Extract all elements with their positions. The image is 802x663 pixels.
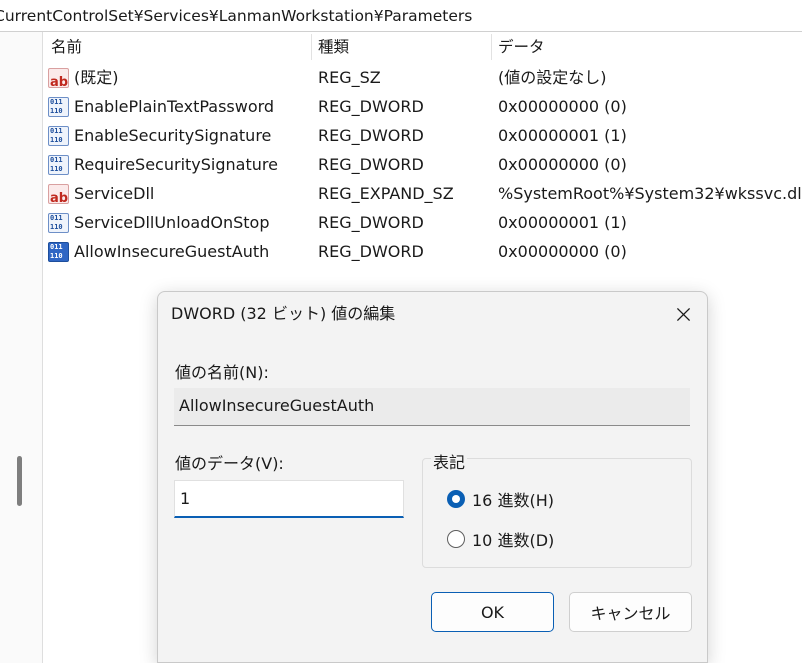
radio-selected-icon[interactable] xyxy=(447,490,465,508)
value-name: ServiceDllUnloadOnStop xyxy=(74,213,270,232)
value-data-input[interactable] xyxy=(174,480,404,518)
radio-decimal[interactable]: 10 進数(D) xyxy=(447,527,554,551)
value-name: EnablePlainTextPassword xyxy=(74,97,275,116)
value-name-field: AllowInsecureGuestAuth xyxy=(174,388,690,426)
ok-button-label: OK xyxy=(480,602,505,622)
binary-value-icon xyxy=(48,125,69,146)
value-data-label: 値のデータ(V): xyxy=(175,454,284,473)
value-type: REG_DWORD xyxy=(318,213,424,232)
column-separator[interactable] xyxy=(311,34,312,60)
value-data: 0x00000000 (0) xyxy=(498,242,627,261)
value-name: RequireSecuritySignature xyxy=(74,155,278,174)
value-name-label: 値の名前(N): xyxy=(175,363,269,382)
list-item[interactable]: ServiceDllUnloadOnStop REG_DWORD 0x00000… xyxy=(43,208,802,237)
tree-scrollbar-thumb[interactable] xyxy=(17,456,22,506)
value-name: (既定) xyxy=(74,68,119,87)
binary-value-icon xyxy=(48,241,69,262)
list-item[interactable]: EnableSecuritySignature REG_DWORD 0x0000… xyxy=(43,121,802,150)
list-item[interactable]: RequireSecuritySignature REG_DWORD 0x000… xyxy=(43,150,802,179)
value-data: 0x00000001 (1) xyxy=(498,126,627,145)
column-name[interactable]: 名前 xyxy=(51,32,82,62)
dialog-title: DWORD (32 ビット) 値の編集 xyxy=(171,304,396,323)
radio-decimal-label: 10 進数(D) xyxy=(472,531,555,550)
base-label: 表記 xyxy=(431,449,468,473)
string-value-icon xyxy=(48,67,69,97)
cancel-button-label: キャンセル xyxy=(590,604,671,623)
value-name: AllowInsecureGuestAuth xyxy=(74,242,270,261)
value-type: REG_DWORD xyxy=(318,242,424,261)
value-type: REG_DWORD xyxy=(318,155,424,174)
key-tree-pane[interactable] xyxy=(0,32,43,663)
list-item[interactable]: EnablePlainTextPassword REG_DWORD 0x0000… xyxy=(43,92,802,121)
column-data[interactable]: データ xyxy=(498,32,545,62)
value-data: (値の設定なし) xyxy=(498,68,607,87)
list-item[interactable]: AllowInsecureGuestAuth REG_DWORD 0x00000… xyxy=(43,237,802,266)
binary-value-icon xyxy=(48,212,69,233)
radio-unselected-icon[interactable] xyxy=(447,530,465,548)
value-data: 0x00000001 (1) xyxy=(498,213,627,232)
cancel-button[interactable]: キャンセル xyxy=(569,592,692,632)
list-item[interactable]: (既定) REG_SZ (値の設定なし) xyxy=(43,63,802,97)
column-separator[interactable] xyxy=(491,34,492,60)
value-type: REG_DWORD xyxy=(318,97,424,116)
value-type: REG_SZ xyxy=(318,68,381,87)
ok-button[interactable]: OK xyxy=(431,592,554,632)
value-type: REG_EXPAND_SZ xyxy=(318,184,454,203)
value-name: ServiceDll xyxy=(74,184,155,203)
base-groupbox xyxy=(422,458,692,568)
value-name: EnableSecuritySignature xyxy=(74,126,272,145)
radio-hexadecimal[interactable]: 16 進数(H) xyxy=(447,487,554,511)
binary-value-icon xyxy=(48,154,69,175)
radio-hexadecimal-label: 16 進数(H) xyxy=(472,491,554,510)
value-data: 0x00000000 (0) xyxy=(498,155,627,174)
close-icon xyxy=(676,307,690,321)
list-item[interactable]: ServiceDll REG_EXPAND_SZ %SystemRoot%¥Sy… xyxy=(43,179,802,213)
string-value-icon xyxy=(48,183,69,213)
address-bar[interactable]: CurrentControlSet¥Services¥LanmanWorksta… xyxy=(0,0,802,32)
value-type: REG_DWORD xyxy=(318,126,424,145)
dialog-titlebar[interactable]: DWORD (32 ビット) 値の編集 xyxy=(158,292,707,336)
edit-dword-dialog: DWORD (32 ビット) 値の編集 値の名前(N): AllowInsecu… xyxy=(157,291,708,663)
close-button[interactable] xyxy=(667,299,699,329)
column-type[interactable]: 種類 xyxy=(318,32,349,62)
address-path: CurrentControlSet¥Services¥LanmanWorksta… xyxy=(0,7,473,25)
binary-value-icon xyxy=(48,96,69,117)
column-header: 名前 種類 データ xyxy=(43,32,802,62)
value-data: %SystemRoot%¥System32¥wkssvc.dll xyxy=(498,184,802,203)
value-data: 0x00000000 (0) xyxy=(498,97,627,116)
